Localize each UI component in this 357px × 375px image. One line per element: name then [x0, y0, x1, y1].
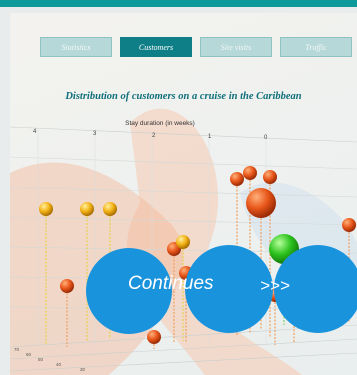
data-point — [103, 202, 117, 216]
depth-tick-label: 70 — [14, 347, 20, 352]
depth-tick-label: 40 — [56, 362, 62, 367]
grid-line — [9, 156, 357, 170]
data-point — [246, 188, 276, 218]
depth-tick-label: 30 — [80, 367, 86, 372]
depth-tick-label: 50 — [38, 357, 44, 362]
grid-line — [9, 186, 357, 198]
data-point — [263, 170, 277, 184]
x-tick-label: 2 — [152, 133, 156, 139]
depth-tick-labels: 70 60 50 40 30 — [14, 347, 86, 372]
data-point — [342, 218, 356, 232]
x-axis-label: Stay duration (in weeks) — [125, 120, 195, 127]
data-point — [147, 330, 161, 344]
grid-line — [9, 126, 357, 143]
x-tick-label: 1 — [208, 134, 212, 140]
grid-line — [9, 216, 357, 226]
continue-label[interactable]: Continues — [128, 273, 214, 295]
data-point — [39, 202, 53, 216]
data-point — [230, 172, 244, 186]
data-point — [176, 235, 190, 249]
x-tick-label: 3 — [93, 131, 97, 137]
data-point — [243, 166, 257, 180]
data-point — [60, 279, 74, 293]
app-frame: Statistics Customers Site visits Traffic… — [0, 0, 357, 375]
x-tick-labels: 4 3 2 1 0 — [33, 129, 268, 141]
continue-arrows[interactable]: >>> — [260, 276, 290, 296]
x-tick-label: 4 — [33, 129, 37, 135]
data-point — [80, 202, 94, 216]
depth-tick-label: 60 — [26, 352, 32, 357]
